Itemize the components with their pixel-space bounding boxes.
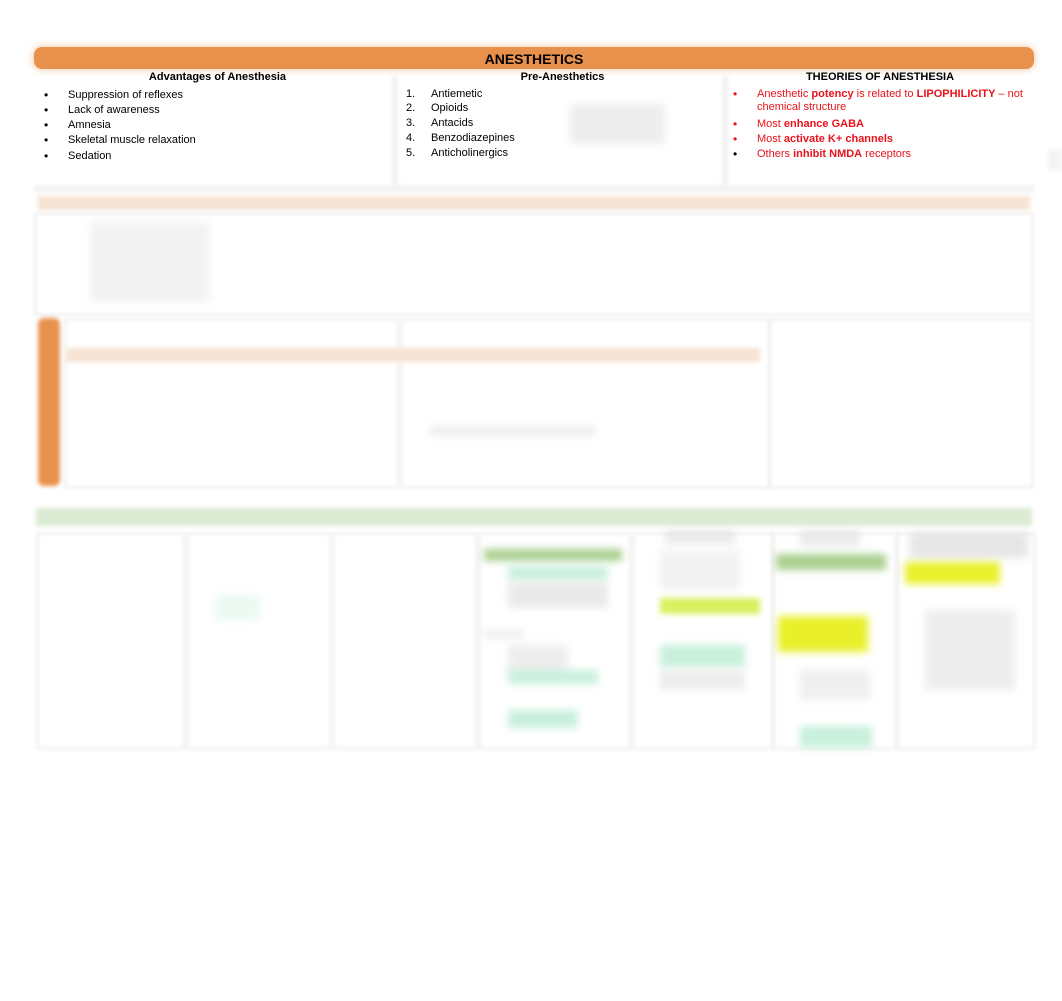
blurred-panel: [64, 318, 400, 489]
bullet-icon: •: [44, 149, 49, 159]
bullet-icon: •: [44, 103, 49, 117]
row-divider: [34, 186, 1034, 192]
blurred-note: [570, 104, 665, 144]
blurred-text-block: [430, 426, 595, 436]
blurred-highlight: [508, 670, 598, 684]
list-item: • Suppression of reflexes: [44, 88, 183, 102]
edge-shadow: [1048, 150, 1062, 170]
document-title: ANESTHETICS: [484, 51, 584, 67]
advantages-heading: Advantages of Anesthesia: [148, 71, 287, 83]
blurred-text-block: [484, 630, 524, 638]
blurred-highlight: [776, 554, 886, 570]
blurred-panel: [36, 532, 186, 750]
list-item: • Most activate K+ channels: [733, 132, 894, 146]
bullet-icon: •: [733, 117, 738, 131]
pre-anesthetics-heading: Pre-Anesthetics: [520, 71, 605, 83]
advantages-list: • Suppression of reflexes • Lack of awaren…: [44, 87, 384, 159]
column-divider: [722, 75, 728, 190]
bullet-icon: •: [733, 87, 738, 101]
list-item: • Anesthetic potency is related to LIPOP…: [733, 87, 1023, 114]
blurred-text-block: [910, 532, 1028, 558]
blurred-text-block: [90, 222, 210, 302]
blurred-text-block: [665, 530, 735, 544]
blurred-panel: [400, 318, 771, 489]
blurred-highlight: [778, 616, 868, 652]
bullet-icon: •: [733, 132, 738, 146]
list-item: • Most enhance GABA: [733, 117, 864, 131]
blurred-panel: [332, 532, 478, 750]
blurred-highlight: [215, 595, 260, 620]
section-header-band: [66, 348, 760, 362]
blurred-highlight: [800, 726, 872, 748]
list-item: • Sedation: [44, 149, 384, 159]
blurred-highlight: [905, 562, 1000, 584]
list-item: 2. Opioids: [406, 102, 469, 114]
blurred-text-block: [660, 550, 740, 590]
section-header-band: [36, 508, 1032, 526]
list-item: • Lack of awareness: [44, 103, 160, 117]
blurred-text-block: [660, 670, 745, 690]
blurred-panel: [186, 532, 332, 750]
bullet-icon: •: [44, 118, 49, 132]
list-item: 5. Anticholinergics: [406, 147, 509, 159]
blurred-highlight: [660, 598, 760, 614]
section-side-tab: [38, 318, 60, 486]
list-item: 1. Antiemetic: [406, 88, 483, 100]
theories-list: • Anesthetic potency is related to LIPOP…: [733, 87, 1023, 161]
theories-heading: THEORIES OF ANESTHESIA: [805, 71, 955, 83]
bullet-icon: •: [733, 147, 738, 161]
section-header-band: [38, 196, 1030, 210]
list-item: 4. Benzodiazepines: [406, 132, 515, 144]
blurred-text-block: [800, 530, 860, 546]
blurred-panel: [768, 318, 1034, 489]
pre-anesthetics-list: 1. Antiemetic 2. Opioids 3. Antacids 4. Benz…: [406, 87, 556, 162]
column-divider: [392, 75, 398, 190]
list-item: • Skeletal muscle relaxation: [44, 133, 196, 147]
list-item: 3. Antacids: [406, 117, 474, 129]
blurred-highlight: [508, 710, 578, 728]
bullet-icon: •: [44, 133, 49, 147]
blurred-text-block: [800, 670, 870, 700]
blurred-highlight: [484, 549, 622, 561]
blurred-highlight: [660, 645, 745, 667]
blurred-text-block: [925, 610, 1015, 690]
list-item: • Amnesia: [44, 118, 111, 132]
blurred-text-block: [508, 582, 608, 608]
bullet-icon: •: [44, 88, 49, 102]
blurred-highlight: [508, 566, 608, 580]
list-item: • Others inhibit NMDA receptors: [733, 147, 912, 161]
